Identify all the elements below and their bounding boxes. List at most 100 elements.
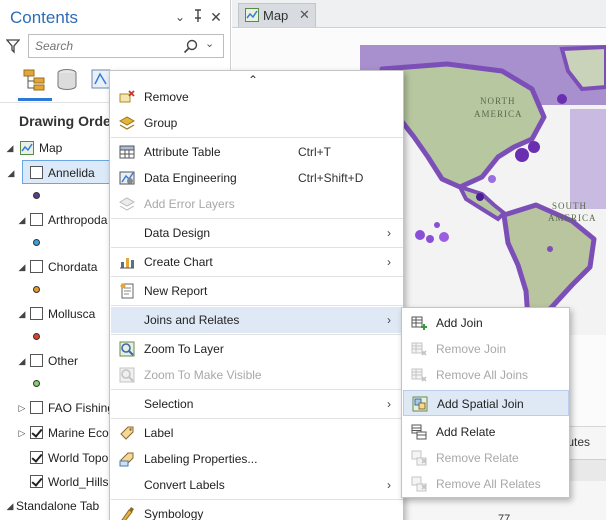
chevron-down-icon[interactable]: ⌄ [172,9,188,25]
group-icon [119,116,135,130]
add-spatial-join-icon [412,396,428,412]
menu-separator [111,247,403,248]
submenu-arrow-icon: › [387,255,391,269]
search-input[interactable] [35,38,175,54]
menu-item-label: Data Engineering [144,171,237,185]
expand-icon[interactable]: ▷ [17,396,27,420]
layer-visibility-checkbox[interactable] [30,401,43,414]
labeling-properties-icon [119,452,134,467]
remove-icon [119,90,135,103]
collapse-icon[interactable]: ◢ [5,136,15,160]
menu-item-selection[interactable]: Selection › [111,391,403,417]
submenu-item-remove-all-joins[interactable]: Remove All Joins [403,362,569,388]
pin-icon[interactable] [190,9,206,25]
menu-item-labeling-properties[interactable]: Labeling Properties... [111,446,403,472]
remove-all-relates-icon [411,476,427,492]
submenu-item-label: Add Spatial Join [437,397,524,411]
map-tab-bar: Map ✕ [232,0,606,28]
menu-item-zoom-to-make-visible[interactable]: Zoom To Make Visible [111,362,403,388]
menu-item-label: Labeling Properties... [144,452,258,466]
submenu-item-remove-all-relates[interactable]: Remove All Relates [403,471,569,497]
submenu-item-label: Add Relate [436,425,496,439]
search-options-chevron-icon[interactable]: ⌄ [205,37,219,53]
menu-item-remove[interactable]: Remove [111,84,403,110]
collapse-icon[interactable]: ◢ [17,255,27,279]
layer-label: Arthropoda [48,213,108,227]
remove-all-joins-icon [411,368,427,382]
layer-visibility-checkbox[interactable] [30,451,43,464]
layer-visibility-checkbox[interactable] [30,426,43,439]
menu-separator [111,137,403,138]
layer-visibility-checkbox[interactable] [30,475,43,488]
menu-item-new-report[interactable]: New Report [111,278,403,304]
menu-item-joins-and-relates[interactable]: Joins and Relates › [111,307,403,333]
submenu-arrow-icon: › [387,313,391,327]
attribute-cell-fragment: 77 [498,513,511,520]
data-engineering-icon [119,171,135,185]
menu-item-data-design[interactable]: Data Design › [111,220,403,246]
expand-icon[interactable]: ▷ [17,421,27,445]
submenu-item-add-relate[interactable]: Add Relate [403,419,569,445]
menu-item-convert-labels[interactable]: Convert Labels › [111,472,403,498]
menu-item-label-toggle[interactable]: Label [111,420,403,446]
submenu-item-label: Remove All Joins [436,368,529,382]
layer-visibility-checkbox[interactable] [30,260,43,273]
menu-item-zoom-to-layer[interactable]: Zoom To Layer [111,336,403,362]
symbol-swatch-icon [33,333,40,340]
map-label-america-south: AMERICA [548,213,597,223]
symbol-swatch-icon [33,380,40,387]
map-label-south: SOUTH [552,201,587,211]
layer-visibility-checkbox[interactable] [30,354,43,367]
menu-item-label: Add Error Layers [144,197,235,211]
menu-item-label: Attribute Table [144,145,221,159]
collapse-icon[interactable]: ◢ [17,349,27,373]
collapse-icon[interactable]: ◢ [17,208,27,232]
layer-label: World_Hills [48,475,109,489]
menu-item-label: Zoom To Make Visible [144,368,262,382]
menu-item-group[interactable]: Group [111,110,403,136]
menu-item-label: Label [144,426,174,440]
tab-map[interactable]: Map ✕ [238,3,316,27]
menu-item-data-engineering[interactable]: Data Engineering Ctrl+Shift+D [111,165,403,191]
layer-visibility-checkbox[interactable] [30,307,43,320]
submenu-item-remove-join[interactable]: Remove Join [403,336,569,362]
map-tab-icon [245,8,259,22]
filter-icon[interactable] [6,38,20,54]
symbol-swatch-icon [33,239,40,246]
menu-item-symbology[interactable]: Symbology [111,501,403,520]
close-pane-icon[interactable]: ✕ [208,9,224,25]
menu-separator [111,418,403,419]
submenu-item-remove-relate[interactable]: Remove Relate [403,445,569,471]
submenu-item-add-join[interactable]: Add Join [403,310,569,336]
collapse-icon[interactable]: ◢ [6,161,16,185]
layer-annelida[interactable]: ◢ Annelida [8,160,116,184]
layer-visibility-checkbox[interactable] [30,166,43,179]
map-label-north: NORTH [480,96,515,106]
collapse-icon[interactable]: ◢ [5,494,15,518]
collapse-icon[interactable]: ◢ [17,302,27,326]
submenu-item-label: Add Join [436,316,483,330]
menu-item-add-error-layers[interactable]: Add Error Layers [111,191,403,217]
layer-context-menu: ⌃ Remove Group Attribute Table Ctrl+T Da… [109,70,404,520]
submenu-item-add-spatial-join[interactable]: Add Spatial Join [403,390,569,416]
menu-separator [111,276,403,277]
layer-visibility-checkbox[interactable] [30,213,43,226]
list-by-drawing-order-icon[interactable] [22,68,48,92]
menu-separator [111,305,403,306]
submenu-arrow-icon: › [387,397,391,411]
menu-separator [111,389,403,390]
close-icon[interactable]: ✕ [299,7,310,23]
list-by-source-icon[interactable] [56,68,78,92]
menu-item-label: Data Design [144,226,211,240]
search-row: ⌄ [6,34,224,58]
menu-item-attribute-table[interactable]: Attribute Table Ctrl+T [111,139,403,165]
menu-item-label: Joins and Relates [144,313,240,327]
zoom-layer-icon [119,341,135,357]
search-icon[interactable] [183,39,199,55]
menu-item-label: Remove [144,90,189,104]
map-node-label: Map [39,141,63,155]
menu-item-create-chart[interactable]: Create Chart › [111,249,403,275]
shortcut-label: Ctrl+Shift+D [298,171,364,185]
contents-title: Contents [10,8,79,27]
symbol-swatch-icon [33,286,40,293]
